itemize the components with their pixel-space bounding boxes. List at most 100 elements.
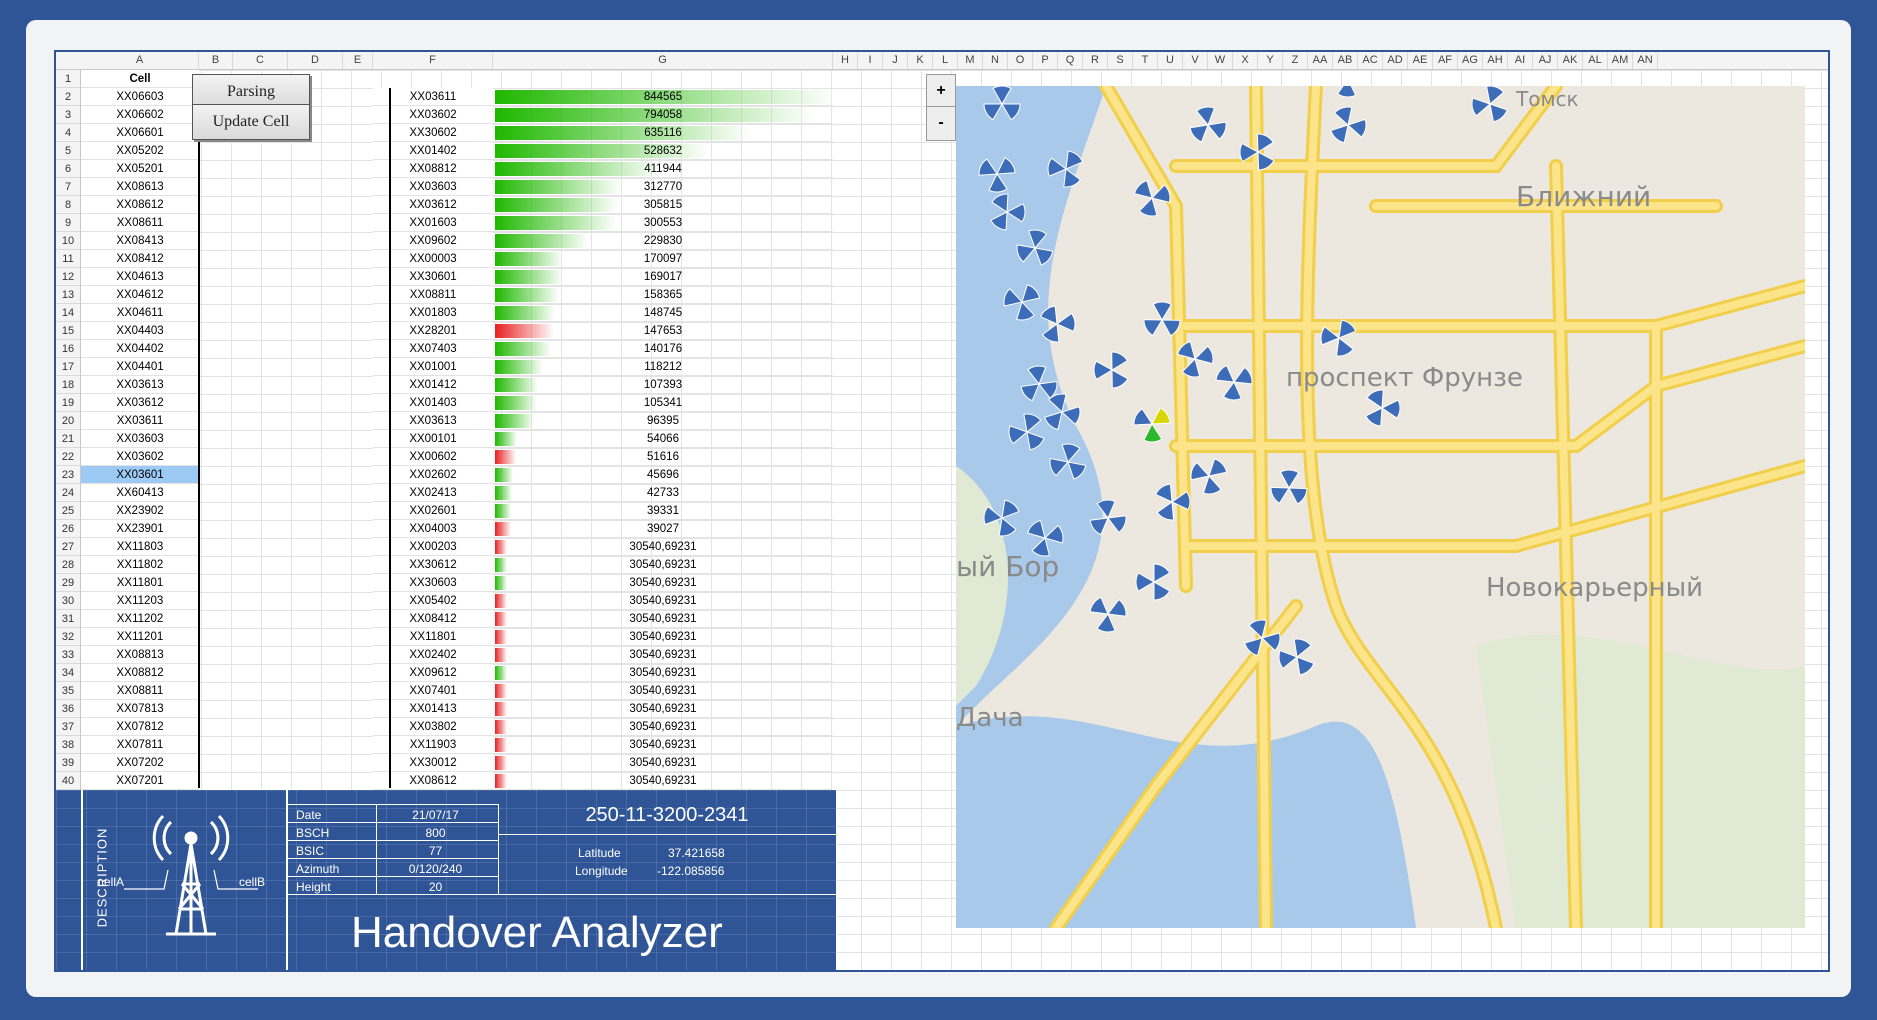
cell-f[interactable]: XX02602 — [373, 466, 493, 484]
cell-g[interactable]: 30540,69231 — [493, 700, 833, 718]
cell-g[interactable]: 39331 — [493, 502, 833, 520]
cell-a[interactable]: XX03603 — [81, 430, 199, 448]
column-header[interactable]: V — [1183, 52, 1208, 69]
cell-a[interactable]: XX11801 — [81, 574, 199, 592]
row-header[interactable]: 13 — [56, 286, 80, 304]
cell-a[interactable]: XX06601 — [81, 124, 199, 142]
cell-a[interactable]: XX08413 — [81, 232, 199, 250]
column-header[interactable]: AI — [1508, 52, 1533, 69]
row-header[interactable]: 3 — [56, 106, 80, 124]
row-header[interactable]: 24 — [56, 484, 80, 502]
cell-a[interactable]: XX08811 — [81, 682, 199, 700]
row-header[interactable]: 29 — [56, 574, 80, 592]
column-header[interactable]: F — [373, 52, 493, 69]
cell-f[interactable]: XX00003 — [373, 250, 493, 268]
cell-a[interactable]: XX23901 — [81, 520, 199, 538]
row-header[interactable]: 11 — [56, 250, 80, 268]
column-header[interactable]: J — [883, 52, 908, 69]
column-header[interactable]: R — [1083, 52, 1108, 69]
cell-g[interactable]: 30540,69231 — [493, 610, 833, 628]
cell-g[interactable]: 169017 — [493, 268, 833, 286]
column-header[interactable]: D — [288, 52, 343, 69]
cell-a[interactable]: XX03601 — [81, 466, 199, 484]
row-header[interactable]: 14 — [56, 304, 80, 322]
column-header[interactable]: AJ — [1533, 52, 1558, 69]
map-canvas[interactable]: ТомскБлижнийпроспект Фрунзеый БорНовокар… — [956, 86, 1805, 928]
column-header[interactable]: T — [1133, 52, 1158, 69]
column-header[interactable]: O — [1008, 52, 1033, 69]
cell-f[interactable]: XX03613 — [373, 412, 493, 430]
cell-a[interactable]: XX04403 — [81, 322, 199, 340]
row-header[interactable]: 17 — [56, 358, 80, 376]
row-header[interactable]: 30 — [56, 592, 80, 610]
column-header[interactable]: AC — [1358, 52, 1383, 69]
cell-a[interactable]: XX04613 — [81, 268, 199, 286]
cell-f[interactable]: XX01403 — [373, 394, 493, 412]
column-header[interactable]: AA — [1308, 52, 1333, 69]
column-header[interactable]: M — [958, 52, 983, 69]
cell-f[interactable]: XX01412 — [373, 376, 493, 394]
row-header[interactable]: 12 — [56, 268, 80, 286]
column-header[interactable]: AD — [1383, 52, 1408, 69]
row-header[interactable]: 35 — [56, 682, 80, 700]
cell-a[interactable]: XX06603 — [81, 88, 199, 106]
cell-g[interactable]: 30540,69231 — [493, 628, 833, 646]
cell-f[interactable]: XX01803 — [373, 304, 493, 322]
cell-a[interactable]: XX60413 — [81, 484, 199, 502]
cell-f[interactable]: XX11801 — [373, 628, 493, 646]
cell-a[interactable]: XX08611 — [81, 214, 199, 232]
row-header[interactable]: 5 — [56, 142, 80, 160]
cell-f[interactable]: XX30612 — [373, 556, 493, 574]
cell-g[interactable]: 229830 — [493, 232, 833, 250]
cell-g[interactable]: 107393 — [493, 376, 833, 394]
row-header[interactable]: 38 — [56, 736, 80, 754]
column-header[interactable]: AE — [1408, 52, 1433, 69]
cell-a[interactable]: XX08612 — [81, 196, 199, 214]
row-header[interactable]: 15 — [56, 322, 80, 340]
row-header[interactable]: 7 — [56, 178, 80, 196]
cell-a[interactable]: XX11202 — [81, 610, 199, 628]
cell-f[interactable]: XX03611 — [373, 88, 493, 106]
cell-f[interactable]: XX02402 — [373, 646, 493, 664]
cell-a[interactable]: XX07202 — [81, 754, 199, 772]
cell-g[interactable]: 148745 — [493, 304, 833, 322]
zoom-out-button[interactable]: - — [926, 106, 956, 141]
row-header[interactable]: 4 — [56, 124, 80, 142]
cell-a[interactable]: XX04612 — [81, 286, 199, 304]
cell-g[interactable]: 140176 — [493, 340, 833, 358]
cell-f[interactable]: XX00602 — [373, 448, 493, 466]
column-header[interactable]: I — [858, 52, 883, 69]
row-header[interactable]: 25 — [56, 502, 80, 520]
cell-a[interactable]: XX04401 — [81, 358, 199, 376]
map-panel[interactable]: Томск Ближний проспект Фрунзе ый Бор Новокар… — [956, 86, 1805, 928]
column-header[interactable]: P — [1033, 52, 1058, 69]
cell-a[interactable]: XX08813 — [81, 646, 199, 664]
column-header[interactable]: H — [833, 52, 858, 69]
cell-g[interactable]: 30540,69231 — [493, 646, 833, 664]
column-header[interactable]: L — [933, 52, 958, 69]
cell-f[interactable]: XX02413 — [373, 484, 493, 502]
cell-a[interactable]: XX04611 — [81, 304, 199, 322]
zoom-in-button[interactable]: + — [926, 74, 956, 109]
column-header[interactable]: X — [1233, 52, 1258, 69]
column-header[interactable]: K — [908, 52, 933, 69]
row-header[interactable]: 39 — [56, 754, 80, 772]
cell-g[interactable]: 30540,69231 — [493, 754, 833, 772]
cell-a[interactable]: XX03602 — [81, 448, 199, 466]
row-header[interactable]: 1 — [56, 70, 80, 88]
column-header[interactable]: AN — [1633, 52, 1658, 69]
cell-f[interactable]: XX00101 — [373, 430, 493, 448]
cell-f[interactable]: XX30601 — [373, 268, 493, 286]
cell-a[interactable]: XX08412 — [81, 250, 199, 268]
row-header[interactable]: 33 — [56, 646, 80, 664]
cell-a[interactable]: XX11201 — [81, 628, 199, 646]
row-header[interactable]: 8 — [56, 196, 80, 214]
cell-f[interactable]: XX08612 — [373, 772, 493, 790]
column-header[interactable]: Y — [1258, 52, 1283, 69]
cell-g[interactable]: 30540,69231 — [493, 592, 833, 610]
cell-a[interactable]: XX03611 — [81, 412, 199, 430]
cell-g[interactable]: 39027 — [493, 520, 833, 538]
row-header[interactable]: 18 — [56, 376, 80, 394]
column-header[interactable]: S — [1108, 52, 1133, 69]
row-header[interactable]: 36 — [56, 700, 80, 718]
